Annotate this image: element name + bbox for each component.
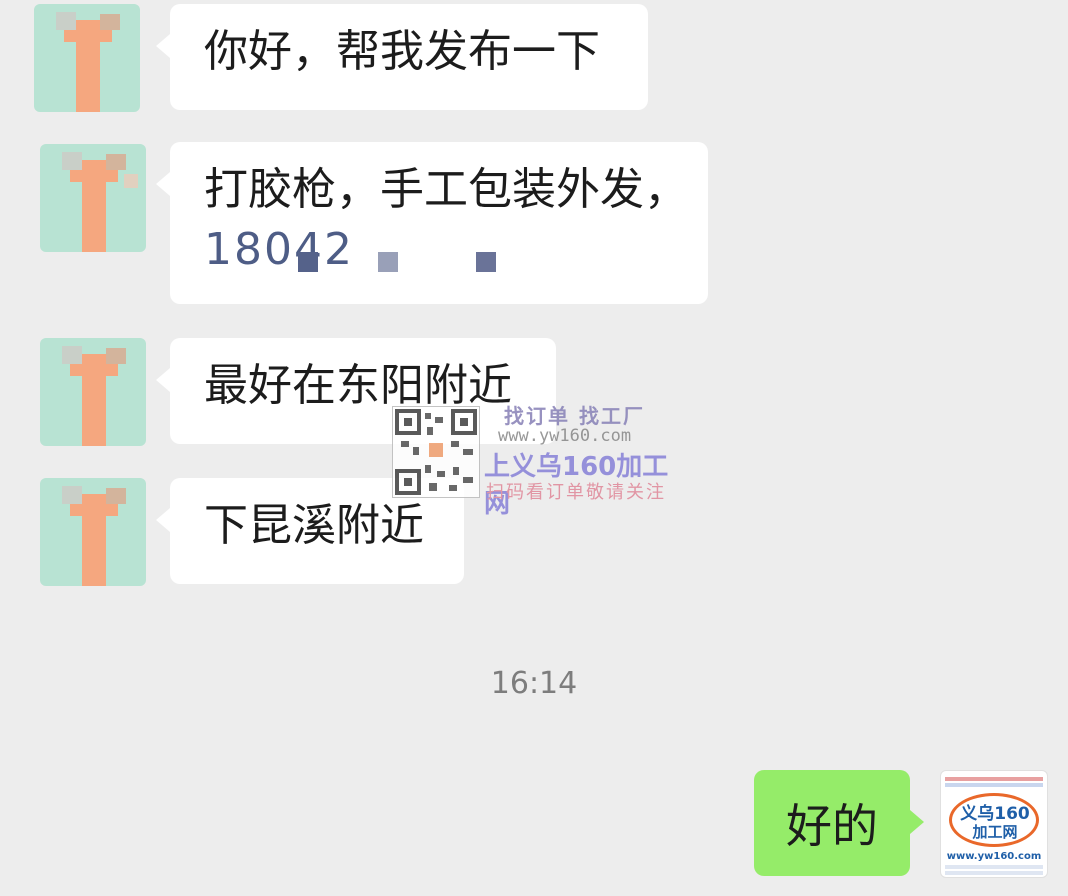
message-text: 好的 (786, 799, 878, 853)
qr-code-icon (392, 406, 480, 498)
contact-avatar[interactable] (40, 478, 146, 586)
message-text: 你好，帮我发布一下 (204, 26, 600, 77)
phone-number-link[interactable]: 18042 (204, 220, 674, 280)
watermark-url: www.yw160.com (498, 426, 632, 446)
contact-avatar[interactable] (40, 144, 146, 252)
message-bubble[interactable]: 打胶枪，手工包装外发， 18042 (156, 142, 708, 304)
watermark-line: 扫码看订单敬请关注 (486, 482, 666, 503)
message-text: 下昆溪附近 (204, 500, 424, 551)
contact-avatar[interactable] (40, 338, 146, 446)
redaction-mask (476, 252, 496, 272)
avatar-brand-text: 加工网 (972, 823, 1018, 841)
watermark-line: 找订单 找工厂 (504, 404, 645, 428)
my-avatar[interactable]: 义乌160 加工网 www.yw160.com (940, 770, 1048, 878)
avatar-url-text: www.yw160.com (946, 851, 1042, 862)
message-bubble[interactable]: 你好，帮我发布一下 (156, 4, 648, 110)
my-message-bubble[interactable]: 好的 (754, 770, 924, 876)
redaction-mask (378, 252, 398, 272)
contact-avatar[interactable] (34, 4, 140, 112)
message-text: 打胶枪，手工包装外发， (204, 164, 688, 215)
redaction-mask (298, 252, 318, 272)
message-timestamp: 16:14 (490, 666, 578, 701)
watermark: 找订单 找工厂 www.yw160.com 上义乌160加工网 扫码看订单敬请关… (392, 402, 692, 519)
